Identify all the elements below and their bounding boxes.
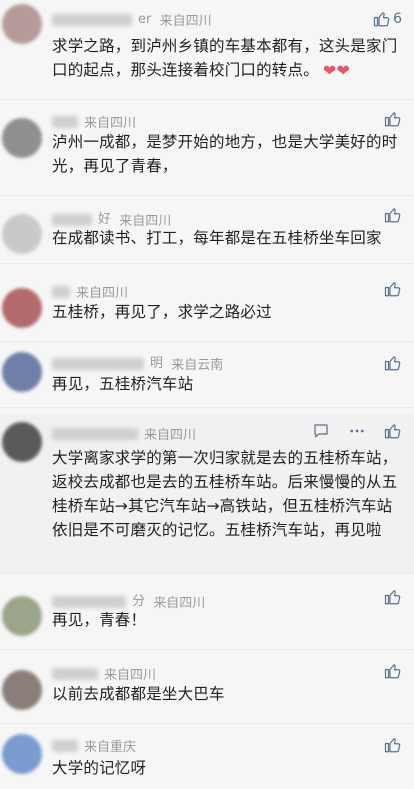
like-button[interactable] (384, 736, 402, 754)
nickname-blurred[interactable] (52, 357, 144, 370)
location-label: 来自云南 (171, 358, 224, 373)
location-label: 来自重庆 (84, 740, 137, 755)
like-button[interactable] (384, 588, 402, 606)
thumb-up-icon (373, 12, 390, 27)
nickname-visible: 分 (132, 594, 146, 609)
avatar[interactable] (2, 596, 42, 636)
nickname-blurred[interactable] (52, 427, 138, 440)
comment-meta: 来自四川 (52, 112, 136, 131)
comment-text: 再见，五桂桥汽车站 (52, 375, 194, 393)
location-label: 来自四川 (104, 668, 157, 683)
thumb-up-icon (384, 664, 401, 679)
comment-tools (312, 422, 402, 440)
like-count: 6 (393, 11, 402, 27)
nickname-blurred[interactable] (52, 667, 98, 680)
avatar[interactable] (2, 118, 42, 158)
nickname-visible: 好 (98, 212, 112, 227)
comment-item: 来自四川 以前去成都都是坐大巴车 (0, 652, 414, 724)
comment-item: 来自四川 五桂桥，再见了，求学之路必过 (0, 270, 414, 342)
comment-meta: er 来自四川 (52, 10, 212, 29)
avatar[interactable] (2, 670, 42, 710)
thumb-up-icon (384, 112, 401, 127)
comment-item: 来自四川 泸州一成都，是梦开始的地方，也是大学美好的时光，再见了青春， (0, 100, 414, 196)
comment-item: 来自四川 大学离家求学的第一次归家就是去的五桂桥车站，返校去成都也是去的五桂桥车… (0, 414, 414, 574)
like-button[interactable] (384, 280, 402, 298)
comment-text: 大学的记忆呀 (52, 759, 147, 777)
comment-text: 大学离家求学的第一次归家就是去的五桂桥车站，返校去成都也是去的五桂桥车站。后来慢… (52, 449, 398, 539)
like-button[interactable] (384, 110, 402, 128)
comment-meta: 来自四川 (52, 424, 196, 443)
comment-item: 分 来自四川 再见，青春！ (0, 578, 414, 650)
comment-meta: 来自四川 (52, 282, 128, 301)
nickname-blurred[interactable] (52, 13, 132, 26)
comment-text: 在成都读书、打工，每年都是在五桂桥坐车回家 (52, 229, 382, 247)
thumb-up-icon (384, 282, 401, 297)
comment-text: 求学之路，到泸州乡镇的车基本都有，这头是家门口的起点，那头连接着校门口的转点。 ❤… (52, 34, 400, 83)
like-button[interactable] (384, 662, 402, 680)
comment-text: 再见，青春！ (52, 611, 147, 629)
avatar[interactable] (2, 4, 42, 44)
nickname-visible: er (138, 12, 152, 27)
comment-item: er 来自四川 6 求学之路，到泸州乡镇的车基本都有，这头是家门口的起点，那头连… (0, 0, 414, 100)
comment-text: 五桂桥，再见了，求学之路必过 (52, 303, 272, 321)
thumb-up-icon (384, 738, 401, 753)
nickname-blurred[interactable] (52, 595, 126, 608)
comment-item: 好 来自四川 在成都读书、打工，每年都是在五桂桥坐车回家 (0, 196, 414, 264)
location-label: 来自四川 (76, 286, 129, 301)
comment-item: 明 来自云南 再见，五桂桥汽车站 (0, 344, 414, 408)
comment-item: 来自重庆 大学的记忆呀 (0, 726, 414, 789)
thumb-up-icon (384, 356, 401, 371)
comment-text: 泸州一成都，是梦开始的地方，也是大学美好的时光，再见了青春， (52, 133, 398, 175)
comment-meta: 来自四川 (52, 664, 156, 683)
thumb-up-icon (384, 590, 401, 605)
avatar[interactable] (2, 352, 42, 392)
comment-meta: 来自重庆 (52, 736, 136, 755)
thumb-up-icon[interactable] (384, 422, 402, 440)
nickname-blurred[interactable] (52, 739, 78, 752)
location-label: 来自四川 (84, 116, 137, 131)
avatar[interactable] (2, 422, 42, 462)
heart-emoji: ❤❤ (322, 61, 351, 80)
thumb-up-icon (384, 208, 401, 223)
nickname-blurred[interactable] (52, 285, 70, 298)
location-label: 来自四川 (144, 428, 197, 443)
like-button[interactable] (384, 354, 402, 372)
comment-meta: 明 来自云南 (52, 352, 223, 373)
comment-text: 以前去成都都是坐大巴车 (52, 685, 225, 703)
nickname-blurred[interactable] (52, 213, 92, 226)
comment-bubble-icon[interactable] (312, 422, 330, 440)
avatar[interactable] (2, 288, 42, 328)
avatar[interactable] (2, 734, 42, 774)
nickname-blurred[interactable] (52, 115, 78, 128)
like-button[interactable] (384, 206, 402, 224)
like-button[interactable]: 6 (373, 10, 402, 28)
location-label: 来自四川 (159, 14, 212, 29)
more-dots-icon[interactable] (348, 422, 366, 440)
avatar[interactable] (2, 214, 42, 254)
nickname-visible: 明 (150, 356, 164, 371)
